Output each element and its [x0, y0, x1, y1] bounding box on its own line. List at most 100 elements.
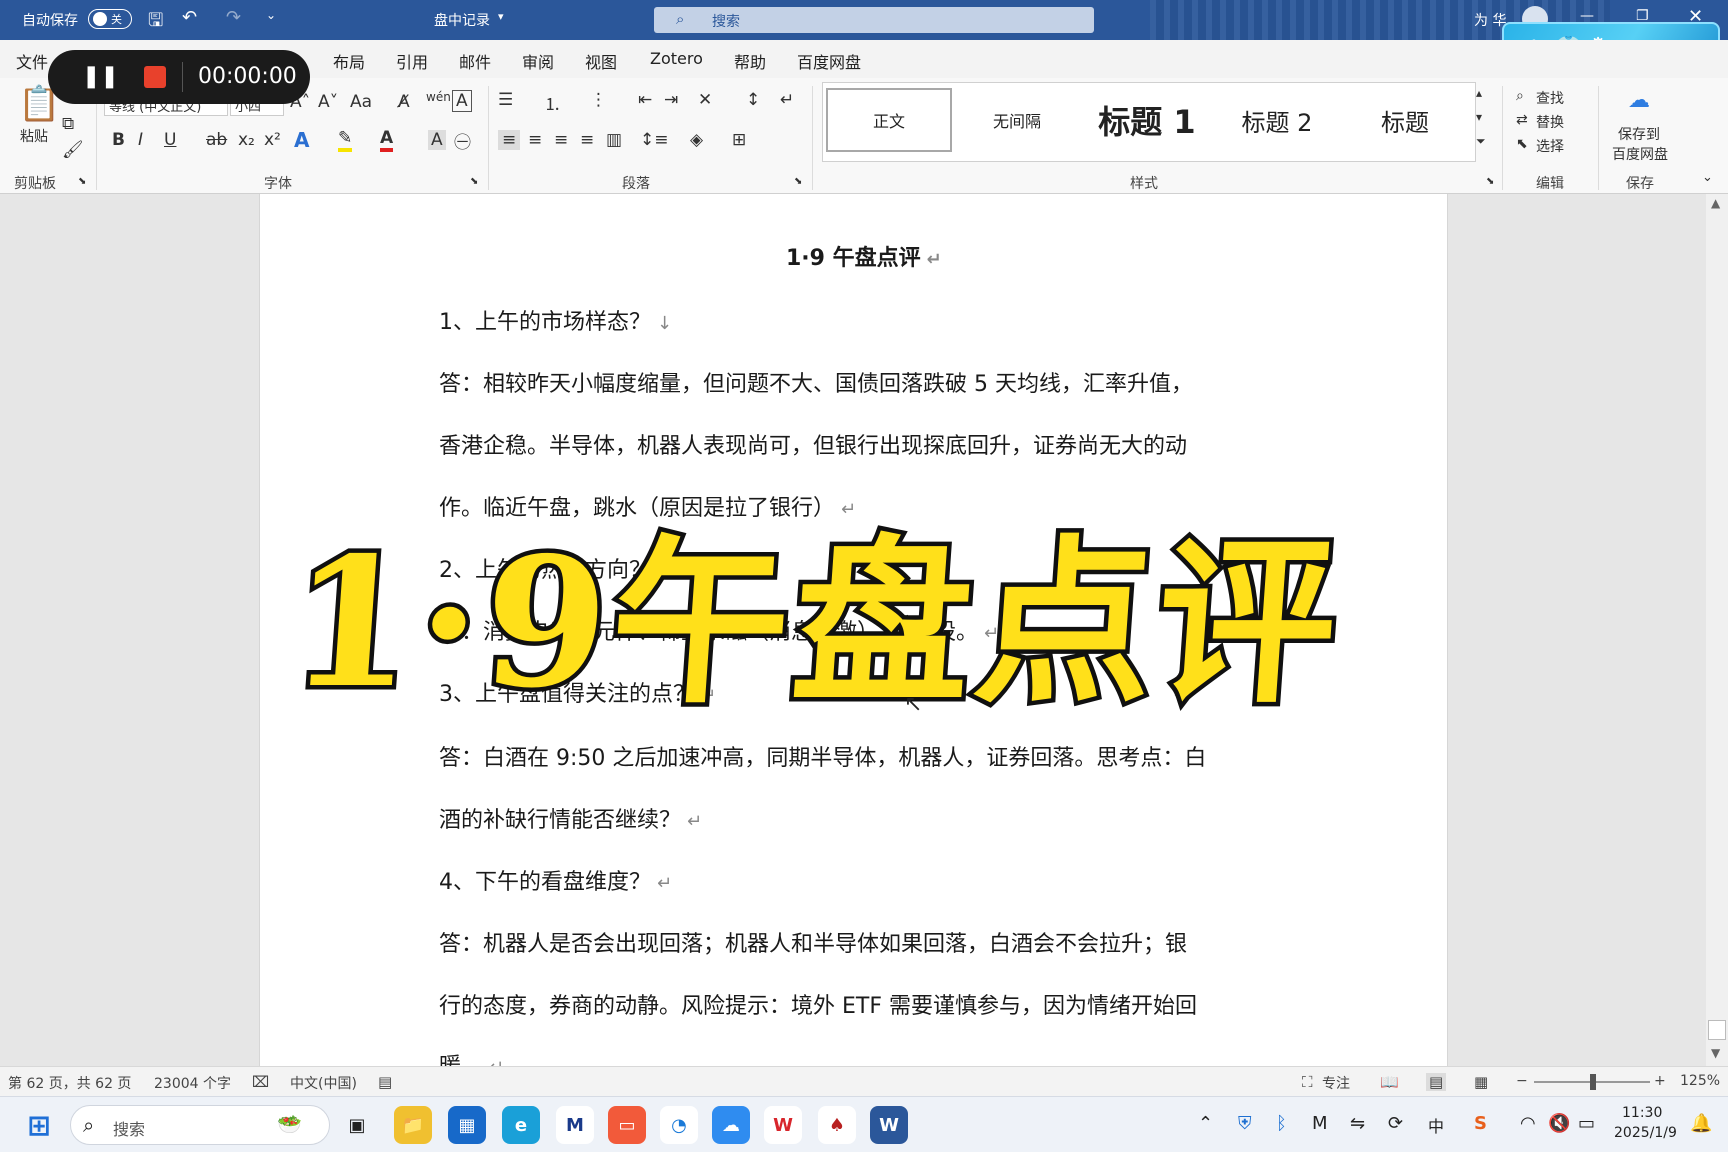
document-heading[interactable]: 1·9 午盘点评 ↵ — [786, 240, 942, 272]
store-icon[interactable]: ▦ — [448, 1106, 486, 1144]
answer-3-line-2[interactable]: 酒的补缺行情能否继续？ ↵ — [439, 802, 702, 834]
dialog-launcher-icon[interactable]: ⬊ — [1486, 176, 1494, 187]
save-baidu-line2[interactable]: 百度网盘 — [1612, 144, 1668, 164]
paste-label[interactable]: 粘贴 — [20, 126, 48, 146]
italic-icon[interactable]: I — [138, 130, 143, 150]
zoom-in-icon[interactable]: + — [1654, 1073, 1666, 1089]
gallery-more-icon[interactable]: ⏷ — [1476, 134, 1486, 149]
distributed-icon[interactable]: ▥ — [606, 130, 622, 150]
answer-4-line-3[interactable]: 暖。 ↵ — [439, 1048, 504, 1066]
format-painter-icon[interactable]: 🖌 — [62, 140, 84, 160]
subscript-icon[interactable]: x₂ — [238, 130, 255, 150]
clock-time[interactable]: 11:30 — [1622, 1105, 1662, 1121]
word-count[interactable]: 23004 个字 — [154, 1073, 231, 1093]
numbering-icon[interactable]: ⒈ — [544, 90, 561, 115]
answer-4-line-2[interactable]: 行的态度，券商的动静。风险提示：境外 ETF 需要谨慎参与，因为情绪开始回 — [439, 988, 1197, 1020]
scroll-down-icon[interactable]: ▼ — [1711, 1046, 1720, 1060]
change-case-icon[interactable]: Aa — [350, 92, 372, 112]
highlight-icon[interactable]: ✎ — [338, 128, 353, 152]
edge-icon[interactable]: e — [502, 1106, 540, 1144]
word-icon[interactable]: W — [870, 1106, 908, 1144]
windows-start-icon[interactable]: ⊞ — [20, 1106, 58, 1144]
security-shield-icon[interactable]: ⛨ — [1238, 1113, 1252, 1134]
print-layout-icon[interactable]: ▤ — [1426, 1073, 1447, 1091]
char-shading-icon[interactable]: A — [428, 130, 446, 150]
customize-qat-icon[interactable]: ⌄ — [266, 8, 276, 22]
copy-icon[interactable]: ⧉ — [62, 114, 74, 134]
stop-record-icon[interactable] — [144, 66, 166, 88]
zoom-out-icon[interactable]: − — [1516, 1073, 1528, 1089]
bold-icon[interactable]: B — [112, 130, 125, 150]
wifi-icon[interactable]: ◠ — [1520, 1113, 1536, 1134]
tab-review[interactable]: 审阅 — [522, 49, 554, 73]
enclose-char-icon[interactable]: ㊀ — [454, 128, 471, 153]
search-box[interactable]: ⌕ 搜索 — [654, 7, 1094, 33]
decrease-indent-icon[interactable]: ⇤ — [638, 90, 652, 110]
tab-references[interactable]: 引用 — [396, 49, 428, 73]
ime-indicator[interactable]: 中 — [1428, 1113, 1444, 1137]
increase-indent-icon[interactable]: ⇥ — [664, 90, 678, 110]
find-icon[interactable]: ⌕ — [1516, 88, 1524, 104]
style-normal[interactable]: 正文 — [826, 88, 952, 152]
tray-expand-icon[interactable]: ⌃ — [1198, 1113, 1213, 1134]
gallery-down-icon[interactable]: ▾ — [1476, 110, 1482, 124]
tab-file[interactable]: 文件 — [16, 49, 48, 73]
question-1[interactable]: 1、上午的市场样态？ ↓ — [439, 304, 672, 336]
style-heading-1[interactable]: 标题 1 — [1082, 88, 1212, 152]
style-title[interactable]: 标题 — [1342, 88, 1468, 152]
volume-mute-icon[interactable]: 🔇 — [1548, 1113, 1570, 1134]
select-icon[interactable]: ⬉ — [1516, 136, 1528, 152]
text-direction-icon[interactable]: ✕ — [698, 90, 712, 110]
save-baidu-line1[interactable]: 保存到 — [1618, 124, 1660, 144]
tab-layout[interactable]: 布局 — [333, 49, 365, 73]
tab-help[interactable]: 帮助 — [734, 49, 766, 73]
select-label[interactable]: 选择 — [1536, 136, 1564, 156]
focus-icon[interactable]: ⛶ — [1302, 1073, 1313, 1091]
replace-label[interactable]: 替换 — [1536, 112, 1564, 132]
wps-icon[interactable]: W — [764, 1106, 802, 1144]
focus-label[interactable]: 专注 — [1322, 1073, 1350, 1093]
sort-icon[interactable]: ↕ — [746, 90, 760, 110]
superscript-icon[interactable]: x² — [264, 130, 281, 150]
zoom-level[interactable]: 125% — [1680, 1073, 1720, 1089]
scroll-up-icon[interactable]: ▲ — [1711, 196, 1720, 210]
dialog-launcher-icon[interactable]: ⬊ — [794, 176, 802, 187]
card-game-icon[interactable]: ♠ — [818, 1106, 856, 1144]
notification-icon[interactable]: 🔔 — [1690, 1113, 1712, 1134]
clock-date[interactable]: 2025/1/9 — [1614, 1125, 1677, 1141]
save-icon[interactable]: 🖫 — [148, 8, 163, 38]
strikethrough-icon[interactable]: ab — [206, 130, 227, 150]
undo-icon[interactable]: ↶ — [182, 7, 197, 28]
app-icon-swirl[interactable]: ◔ — [660, 1106, 698, 1144]
dialog-launcher-icon[interactable]: ⬊ — [78, 176, 86, 187]
cloud-app-icon[interactable]: ☁ — [712, 1106, 750, 1144]
question-4[interactable]: 4、下午的看盘维度？ ↵ — [439, 864, 672, 896]
app-icon-orange[interactable]: ▭ — [608, 1106, 646, 1144]
gallery-up-icon[interactable]: ▴ — [1476, 86, 1482, 100]
accessibility-icon[interactable]: ▤ — [378, 1073, 392, 1091]
justify-icon[interactable]: ≡ — [580, 130, 594, 150]
bluetooth-icon[interactable]: ᛒ — [1276, 1113, 1287, 1134]
autosave-toggle[interactable]: 关 — [88, 9, 132, 29]
document-title[interactable]: 盘中记录 — [434, 10, 490, 30]
text-effects-icon[interactable]: A — [294, 128, 309, 152]
task-view-icon[interactable]: ▣ — [338, 1106, 376, 1144]
replace-icon[interactable]: ⇄ — [1516, 112, 1528, 128]
align-right-icon[interactable]: ≡ — [554, 130, 568, 150]
answer-4-line-1[interactable]: 答：机器人是否会出现回落；机器人和半导体如果回落，白酒会不会拉升；银 — [439, 926, 1187, 958]
tray-app-m-icon[interactable]: M — [1312, 1113, 1328, 1134]
style-heading-2[interactable]: 标题 2 — [1214, 88, 1340, 152]
app-icon-m[interactable]: M — [556, 1106, 594, 1144]
read-mode-icon[interactable]: 📖 — [1380, 1073, 1399, 1091]
pause-icon[interactable]: ❚❚ — [82, 64, 119, 89]
proofing-icon[interactable]: ⌧ — [252, 1073, 269, 1091]
vertical-scrollbar[interactable]: ▲ ▼ — [1706, 194, 1728, 1066]
multilevel-list-icon[interactable]: ⋮ — [590, 90, 607, 110]
char-border-icon[interactable]: A — [452, 90, 472, 112]
find-label[interactable]: 查找 — [1536, 88, 1564, 108]
scroll-thumb[interactable] — [1708, 1020, 1726, 1040]
tab-mailings[interactable]: 邮件 — [459, 49, 491, 73]
battery-icon[interactable]: ▭ — [1578, 1113, 1595, 1134]
line-spacing-icon[interactable]: ↕≡ — [640, 130, 669, 150]
taskbar-search[interactable]: ⌕ 搜索 🥗 — [70, 1105, 330, 1145]
